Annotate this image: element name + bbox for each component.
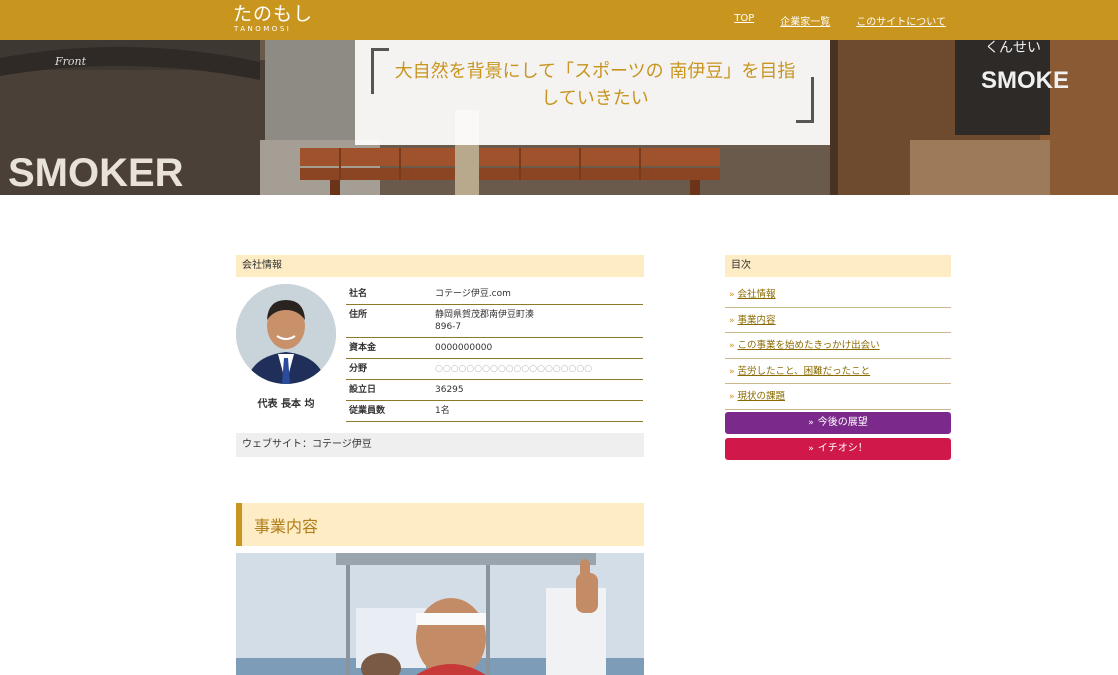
company-info-table: 社名 コテージ伊豆.com 住所 静岡県賀茂郡南伊豆町湊 896-7 資本金 0… (346, 284, 643, 422)
representative-photo (236, 284, 336, 384)
table-row: 住所 静岡県賀茂郡南伊豆町湊 896-7 (346, 304, 643, 338)
logo-main-text: たのもし (233, 3, 314, 25)
row-value: 0000000000 (432, 337, 643, 359)
site-header: たのもし TANOMOSI TOP 企業家一覧 このサイトについて (0, 0, 1118, 40)
hero-quote-line2: していきたい (541, 88, 649, 109)
sign-smoker-text: SMOKER (8, 151, 184, 195)
nav-entrepreneurs-link[interactable]: 企業家一覧 (780, 13, 830, 28)
row-key: 社名 (346, 284, 432, 305)
toc-item-label[interactable]: この事業を始めたきっかけ出会い (738, 340, 880, 351)
row-key: 住所 (346, 304, 432, 338)
hero-quote: 大自然を背景にして「スポーツの 南伊豆」を目指 していきたい (385, 58, 805, 112)
future-outlook-label: 今後の展望 (817, 417, 868, 428)
row-key: 分野 (346, 358, 432, 380)
business-heading-text: 事業内容 (254, 517, 319, 536)
chevron-right-icon: » (729, 341, 735, 351)
table-row: 資本金 0000000000 (346, 337, 643, 359)
table-row: 設立日 36295 (346, 379, 643, 401)
toc-item-current-issues[interactable]: » 現状の課題 (725, 384, 951, 410)
row-key: 設立日 (346, 379, 432, 401)
chevron-right-icon: » (729, 290, 735, 300)
chevron-right-icon: » (729, 366, 735, 377)
address-line1: 静岡県賀茂郡南伊豆町湊 (435, 310, 535, 320)
hero-banner: SMOKER Front くんせい SMOKE 大自然を背景にして「スポーツの … (0, 40, 1118, 195)
table-row: 分野 ○○○○○○○○○○○○○○○○○○○○ (346, 358, 643, 380)
row-key: 従業員数 (346, 400, 432, 422)
ichioshi-label: イチオシ！ (817, 443, 868, 454)
website-link[interactable]: ウェブサイト：コテージ伊豆 (236, 433, 644, 457)
chevron-right-icon: » (729, 392, 735, 402)
main-nav: TOP 企業家一覧 このサイトについて (734, 13, 946, 28)
site-logo[interactable]: たのもし TANOMOSI (233, 3, 313, 37)
hero-quote-card: 大自然を背景にして「スポーツの 南伊豆」を目指 していきたい (355, 40, 830, 145)
table-row: 従業員数 1名 (346, 400, 643, 422)
toc-item-label[interactable]: 現状の課題 (738, 391, 786, 402)
toc-item-label[interactable]: 会社情報 (738, 289, 776, 300)
chevron-right-icon: » (729, 315, 735, 326)
double-chevron-right-icon: » (808, 444, 814, 454)
double-chevron-right-icon: » (808, 418, 814, 428)
row-value: 36295 (432, 379, 643, 401)
ichioshi-button[interactable]: » イチオシ！ (725, 438, 951, 460)
nav-top-link[interactable]: TOP (734, 13, 754, 28)
representative-name: 代表 長本 均 (257, 399, 315, 410)
table-row: 社名 コテージ伊豆.com (346, 284, 643, 305)
row-key: 資本金 (346, 337, 432, 359)
sign-front-text: Front (54, 55, 87, 68)
future-outlook-button[interactable]: » 今後の展望 (725, 412, 951, 434)
toc-item-company-info[interactable]: » 会社情報 (725, 282, 951, 308)
toc-item-business[interactable]: » 事業内容 (725, 308, 951, 333)
nav-about-link[interactable]: このサイトについて (856, 13, 946, 28)
sign-smoke-text: SMOKE (981, 67, 1069, 94)
toc-item-hardships[interactable]: » 苦労したこと、困難だったこと (725, 359, 951, 384)
toc-heading: 目次 (725, 255, 951, 277)
representative-avatar (236, 284, 336, 384)
business-heading: 事業内容 (236, 503, 644, 546)
business-photo (236, 553, 644, 675)
row-value: ○○○○○○○○○○○○○○○○○○○○ (432, 358, 643, 380)
row-value: コテージ伊豆.com (432, 284, 643, 305)
sign-kunsei-text: くんせい (985, 40, 1041, 56)
toc-item-label[interactable]: 苦労したこと、困難だったこと (738, 366, 871, 377)
toc-list: » 会社情報 » 事業内容 » この事業を始めたきっかけ出会い » 苦労したこと、困難だ… (725, 282, 951, 410)
business-photo-image (236, 553, 644, 675)
address-line2: 896-7 (435, 322, 462, 332)
toc-item-label[interactable]: 事業内容 (738, 315, 776, 326)
row-value: 1名 (432, 400, 643, 422)
toc-item-motivation[interactable]: » この事業を始めたきっかけ出会い (725, 333, 951, 359)
company-info-heading: 会社情報 (236, 255, 644, 277)
hero-quote-line1: 大自然を背景にして「スポーツの 南伊豆」を目指 (394, 61, 796, 82)
row-value: 静岡県賀茂郡南伊豆町湊 896-7 (432, 304, 643, 338)
logo-sub-text: TANOMOSI (234, 25, 292, 33)
